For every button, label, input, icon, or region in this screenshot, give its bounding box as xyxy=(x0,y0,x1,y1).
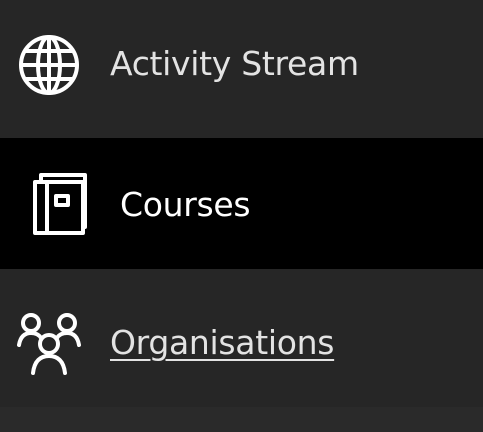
globe-icon xyxy=(16,32,82,98)
nav-item-courses[interactable]: Courses xyxy=(0,138,483,269)
book-icon xyxy=(32,172,88,236)
nav-item-organisations[interactable]: Organisations xyxy=(0,269,483,407)
nav-divider xyxy=(0,407,483,432)
nav-item-activity-stream[interactable]: Activity Stream xyxy=(0,0,483,138)
nav-item-label: Organisations xyxy=(110,323,335,362)
nav-item-label: Activity Stream xyxy=(110,44,359,83)
nav-item-label: Courses xyxy=(120,185,251,224)
people-group-icon xyxy=(16,311,82,377)
course-navigation: Activity Stream Courses Organisations xyxy=(0,0,483,432)
